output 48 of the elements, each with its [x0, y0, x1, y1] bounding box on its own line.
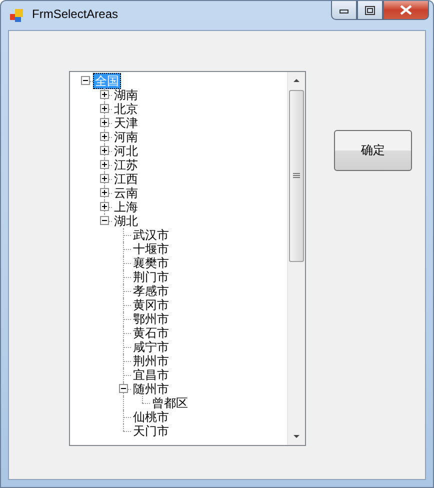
expand-icon[interactable] — [100, 104, 109, 113]
tree-node[interactable]: 宜昌市 — [131, 367, 171, 383]
tree-node[interactable]: 江苏 — [112, 157, 140, 173]
tree-node[interactable]: 孝感市 — [131, 283, 171, 299]
expand-icon[interactable] — [100, 118, 109, 127]
expand-icon[interactable] — [100, 188, 109, 197]
tree-node[interactable]: 十堰市 — [131, 241, 171, 257]
tree-node[interactable]: 武汉市 — [131, 227, 171, 243]
minimize-button[interactable] — [331, 1, 357, 20]
tree-node[interactable]: 咸宁市 — [131, 339, 171, 355]
expand-icon[interactable] — [100, 160, 109, 169]
tree-node[interactable]: 荆门市 — [131, 269, 171, 285]
collapse-icon[interactable] — [81, 76, 90, 85]
window-title: FrmSelectAreas — [32, 7, 118, 21]
tree-node[interactable]: 曾都区 — [150, 395, 190, 411]
expand-icon[interactable] — [100, 174, 109, 183]
tree-node[interactable]: 荆州市 — [131, 353, 171, 369]
expand-icon[interactable] — [100, 146, 109, 155]
expand-icon[interactable] — [100, 202, 109, 211]
tree-node[interactable]: 湖北 — [112, 213, 140, 229]
tree-node[interactable]: 随州市 — [131, 381, 171, 397]
close-icon — [400, 5, 412, 15]
tree-node[interactable]: 湖南 — [112, 87, 140, 103]
maximize-button[interactable] — [357, 1, 383, 20]
tree-node[interactable]: 河北 — [112, 143, 140, 159]
scrollbar-thumb[interactable] — [289, 90, 304, 262]
collapse-icon[interactable] — [119, 384, 128, 393]
tree-node[interactable]: 江西 — [112, 171, 140, 187]
close-button[interactable] — [383, 1, 429, 20]
tree-node[interactable]: 黄冈市 — [131, 297, 171, 313]
tree-node[interactable]: 襄樊市 — [131, 255, 171, 271]
tree-node[interactable]: 仙桃市 — [131, 409, 171, 425]
maximize-icon — [365, 6, 375, 14]
expand-icon[interactable] — [100, 90, 109, 99]
tree-node[interactable]: 天门市 — [131, 423, 171, 439]
scrollbar[interactable] — [287, 72, 305, 445]
collapse-icon[interactable] — [100, 216, 109, 225]
expand-icon[interactable] — [100, 132, 109, 141]
tree-node[interactable]: 天津 — [112, 115, 140, 131]
tree-node[interactable]: 上海 — [112, 199, 140, 215]
ok-button[interactable]: 确定 — [334, 130, 412, 171]
tree-node[interactable]: 云南 — [112, 185, 140, 201]
tree-node[interactable]: 河南 — [112, 129, 140, 145]
tree-node[interactable]: 黄石市 — [131, 325, 171, 341]
tree-node[interactable]: 鄂州市 — [131, 311, 171, 327]
tree-view[interactable]: 全国 湖南 北京 天津 河南 河北 江苏 江西 云南 上海 湖北 武汉市 十堰市 襄樊市 荆门市 孝感市 黄冈市 鄂州市 黄石市 咸宁市 荆州市 宜昌市 随州市 曾都区 仙桃市 天门市 — [69, 71, 306, 446]
tree-node[interactable]: 北京 — [112, 101, 140, 117]
app-icon — [10, 9, 24, 23]
